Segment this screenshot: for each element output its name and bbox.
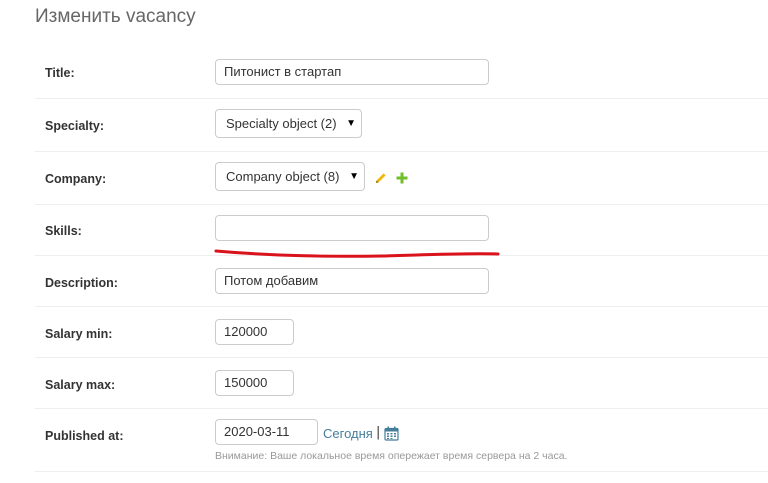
salary-max-input[interactable]: 150000 — [215, 370, 294, 396]
timezone-help-text: Внимание: Ваше локальное время опережает… — [215, 450, 568, 462]
pencil-icon — [376, 173, 386, 183]
company-select[interactable]: Company object (8) ▼ — [215, 162, 365, 191]
form-row-description: Description: Потом добавим — [35, 256, 768, 307]
salary-min-label: Salary min: — [45, 327, 113, 341]
form-row-specialty: Specialty: Specialty object (2) ▼ — [35, 99, 768, 152]
page-title: Изменить vacancy — [35, 6, 196, 27]
title-label: Title: — [45, 66, 75, 80]
company-select-value: Company object (8) — [226, 169, 340, 184]
company-label: Company: — [45, 172, 107, 186]
title-input[interactable]: Питонист в стартап — [215, 59, 489, 85]
description-label: Description: — [45, 276, 118, 290]
form-row-title: Title: Питонист в стартап — [35, 46, 768, 99]
add-related-company-button[interactable] — [395, 171, 409, 185]
specialty-select-value: Specialty object (2) — [226, 116, 337, 131]
calendar-button[interactable] — [383, 425, 399, 441]
form-row-skills: Skills: — [35, 205, 768, 256]
calendar-icon — [383, 426, 399, 441]
salary-min-input[interactable]: 120000 — [215, 319, 294, 345]
change-related-company-button[interactable] — [374, 171, 388, 185]
dropdown-arrow-icon: ▼ — [346, 118, 356, 129]
form-row-company: Company: Company object (8) ▼ — [35, 152, 768, 205]
salary-max-label: Salary max: — [45, 378, 116, 392]
plus-icon — [396, 172, 408, 184]
skills-label: Skills: — [45, 224, 82, 238]
form-row-salary-min: Salary min: 120000 — [35, 307, 768, 358]
description-input[interactable]: Потом добавим — [215, 268, 489, 294]
date-separator: | — [376, 425, 381, 440]
change-form: Title: Питонист в стартап Specialty: Spe… — [35, 46, 768, 472]
form-row-published-at: Published at: 2020-03-11 Сегодня | Внима… — [35, 409, 768, 472]
specialty-select[interactable]: Specialty object (2) ▼ — [215, 109, 362, 138]
today-link[interactable]: Сегодня — [323, 426, 373, 441]
skills-input[interactable] — [215, 215, 489, 241]
dropdown-arrow-icon: ▼ — [349, 171, 359, 182]
form-row-salary-max: Salary max: 150000 — [35, 358, 768, 409]
specialty-label: Specialty: — [45, 119, 105, 133]
published-at-label: Published at: — [45, 429, 124, 443]
published-at-input[interactable]: 2020-03-11 — [215, 419, 318, 445]
